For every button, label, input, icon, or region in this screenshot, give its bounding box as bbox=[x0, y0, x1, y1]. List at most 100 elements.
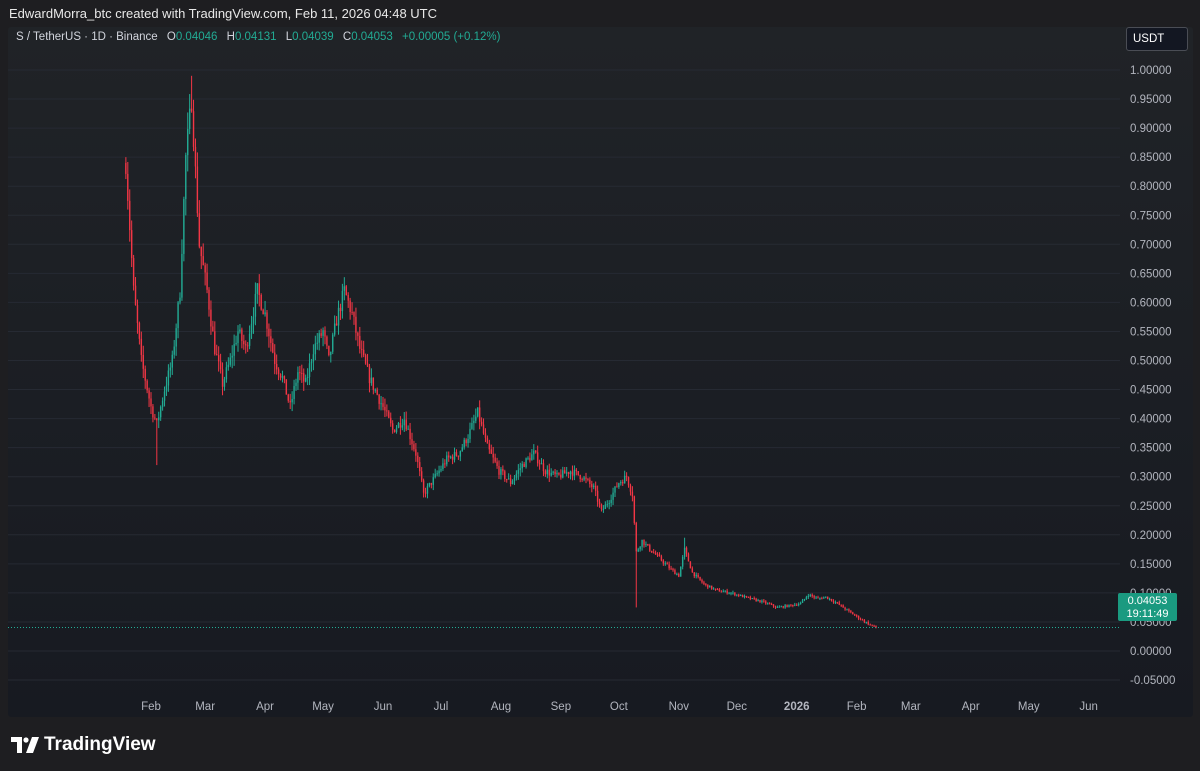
candle-body bbox=[589, 479, 591, 485]
candle-body bbox=[587, 478, 589, 480]
symbol-legend[interactable]: S / TetherUS · 1D · Binance O0.04046 H0.… bbox=[16, 31, 500, 43]
candle-body bbox=[538, 463, 541, 465]
candle-body bbox=[695, 574, 697, 577]
y-tick-label: 0.80000 bbox=[1130, 181, 1172, 193]
candle-body bbox=[674, 570, 676, 575]
candle-body bbox=[451, 456, 454, 460]
candle-body bbox=[362, 349, 365, 356]
candle-body bbox=[442, 463, 444, 469]
candle-body bbox=[745, 595, 748, 597]
candle-body bbox=[647, 544, 649, 546]
candlestick-chart[interactable]: 1.00000 0.95000 0.90000 0.85000 0.80000 0.750… bbox=[8, 27, 1193, 717]
candle-body bbox=[784, 605, 786, 608]
candle-body bbox=[846, 609, 848, 611]
candle-body bbox=[616, 486, 618, 488]
symbol-info[interactable]: S / TetherUS · 1D · Binance bbox=[16, 31, 158, 43]
x-tick-label: Feb bbox=[847, 701, 867, 713]
candle-body bbox=[861, 619, 864, 621]
candle-body bbox=[322, 330, 324, 336]
y-tick-label: 0.15000 bbox=[1130, 559, 1172, 571]
low-value: 0.04039 bbox=[292, 31, 334, 43]
candle-body bbox=[403, 419, 405, 426]
x-tick-label: Nov bbox=[669, 701, 690, 713]
y-tick-label: 0.20000 bbox=[1130, 530, 1172, 542]
candle-body bbox=[438, 470, 440, 474]
candle-body bbox=[152, 406, 154, 418]
candle-body bbox=[214, 331, 216, 355]
candle-body bbox=[154, 417, 156, 419]
candle-body bbox=[869, 624, 871, 626]
candle-body bbox=[262, 309, 264, 315]
candle-body bbox=[759, 600, 761, 603]
candle-body bbox=[823, 597, 825, 599]
candle-body bbox=[426, 486, 429, 494]
tradingview-logo[interactable]: TradingView bbox=[11, 735, 156, 755]
candle-body bbox=[828, 598, 831, 600]
currency-button[interactable]: USDT bbox=[1126, 27, 1188, 51]
y-tick-label: 0.85000 bbox=[1130, 152, 1172, 164]
candle-body bbox=[167, 370, 170, 386]
candle-body bbox=[767, 603, 769, 605]
candle-body bbox=[660, 556, 663, 561]
candle-body bbox=[330, 351, 332, 355]
candle-body bbox=[867, 621, 869, 625]
candle-body bbox=[177, 302, 179, 329]
x-tick-label: Sep bbox=[551, 701, 571, 713]
candle-body bbox=[308, 363, 311, 377]
high-label: H bbox=[226, 31, 235, 43]
candle-body bbox=[127, 173, 129, 201]
candle-body bbox=[730, 592, 732, 594]
candle-body bbox=[668, 564, 670, 569]
candle-body bbox=[602, 509, 605, 511]
candle-body bbox=[546, 469, 549, 475]
candle-body bbox=[618, 483, 620, 488]
candle-body bbox=[432, 477, 434, 485]
candle-body bbox=[780, 606, 782, 608]
candle-body bbox=[809, 594, 811, 596]
candle-body bbox=[221, 369, 224, 387]
candle-body bbox=[774, 606, 777, 608]
candle-body bbox=[366, 363, 369, 367]
candle-body bbox=[509, 478, 512, 484]
bar-countdown: 19:11:49 bbox=[1126, 608, 1169, 620]
candle-body bbox=[130, 230, 133, 259]
chart-pane[interactable]: 1.00000 0.95000 0.90000 0.85000 0.80000 0.750… bbox=[8, 27, 1193, 717]
candle-body bbox=[349, 300, 351, 313]
candle-body bbox=[217, 355, 220, 362]
candle-body bbox=[635, 522, 637, 552]
candle-body bbox=[422, 480, 425, 493]
candle-body bbox=[320, 333, 322, 336]
y-tick-label: 0.00000 bbox=[1130, 646, 1172, 658]
candle-body bbox=[685, 547, 688, 554]
candle-body bbox=[792, 604, 794, 606]
candle-body bbox=[596, 490, 599, 502]
candle-body bbox=[666, 563, 668, 565]
candle-body bbox=[328, 345, 330, 355]
candle-body bbox=[179, 297, 181, 303]
candle-body bbox=[722, 591, 724, 593]
candle-body bbox=[830, 598, 833, 601]
candle-body bbox=[507, 478, 510, 480]
candle-body bbox=[380, 403, 382, 405]
candle-body bbox=[390, 417, 392, 424]
candle-body bbox=[150, 398, 152, 407]
candle-body bbox=[654, 552, 657, 555]
candle-body bbox=[564, 470, 566, 474]
candle-body bbox=[511, 481, 514, 484]
candle-body bbox=[484, 433, 487, 438]
candle-body bbox=[125, 162, 127, 174]
x-tick-label: May bbox=[312, 701, 334, 713]
candle-body bbox=[739, 594, 742, 596]
candle-body bbox=[813, 596, 815, 598]
candle-body bbox=[254, 293, 257, 317]
candle-body bbox=[705, 583, 707, 585]
candle-body bbox=[275, 364, 278, 370]
candle-body bbox=[645, 544, 647, 546]
candle-body bbox=[521, 463, 523, 469]
candle-body bbox=[817, 597, 819, 599]
candle-body bbox=[819, 598, 821, 600]
x-tick-label: Mar bbox=[195, 701, 215, 713]
candle-body bbox=[388, 411, 390, 418]
x-tick-label: 2026 bbox=[784, 701, 810, 713]
candle-body bbox=[303, 373, 305, 382]
